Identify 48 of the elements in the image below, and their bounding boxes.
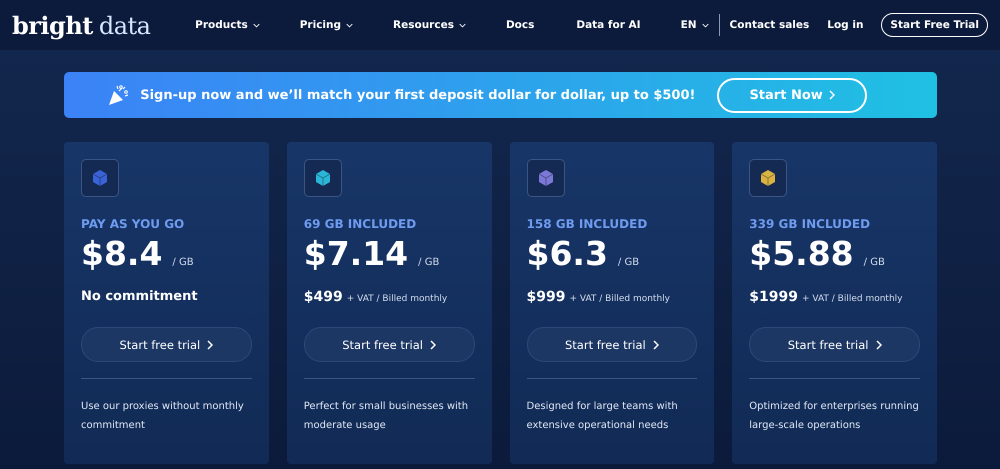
price-unit: / GB [418, 257, 440, 268]
plan-description: Use our proxies without monthly commitment [81, 400, 245, 433]
caret-icon [458, 22, 466, 28]
monthly-amount: $499 [304, 289, 343, 305]
plan-label: 69 GB INCLUDED [304, 217, 418, 231]
language-selector[interactable]: EN [680, 19, 709, 31]
chevron-icon [430, 340, 436, 350]
promo-text: Sign-up now and we’ll match your first deposit dollar for dollar, up to $500! [140, 88, 696, 102]
commitment-text: No commitment [81, 289, 198, 304]
nav-link[interactable]: Data for AI [576, 19, 641, 31]
start-free-trial-button[interactable]: Start free trial [526, 327, 698, 362]
plan-price: $5.88 [749, 234, 854, 273]
nav-link[interactable]: Pricing [300, 19, 354, 31]
chevron-icon [207, 340, 214, 350]
price-unit: / GB [172, 257, 194, 268]
start-trial-button[interactable]: Start Free Trial [881, 13, 988, 37]
plan-price: $8.4 [81, 234, 162, 273]
plan-price: $7.14 [304, 234, 408, 273]
header-link[interactable]: Contact sales [730, 19, 810, 31]
start-free-trial-button[interactable]: Start free trial [749, 327, 920, 362]
caret-icon [252, 22, 260, 28]
header-link[interactable]: Log in [827, 19, 864, 31]
logo[interactable]: bright data [12, 10, 190, 40]
billing-note: + VAT / Billed monthly [569, 294, 670, 304]
nav-link[interactable]: Docs [506, 19, 534, 31]
chevron-icon [652, 340, 659, 350]
monthly-amount: $999 [526, 289, 566, 305]
start-free-trial-button[interactable]: Start free trial [81, 327, 252, 362]
chevron-icon [876, 340, 882, 350]
chevron-icon [828, 90, 835, 100]
monthly-amount: $1999 [749, 289, 798, 305]
billing-note: + VAT / Billed monthly [802, 294, 902, 304]
plan-description: Designed for large teams with extensive operational needs [526, 400, 679, 433]
plan-label: 158 GB INCLUDED [526, 217, 648, 231]
party-popper-icon [106, 83, 130, 107]
plan-description: Optimized for enterprises running large-scale operations [749, 400, 920, 433]
caret-icon [346, 22, 354, 28]
price-unit: / GB [864, 257, 885, 268]
caret-icon [702, 22, 709, 28]
plan-label: 339 GB INCLUDED [749, 217, 872, 231]
plan-description: Perfect for small businesses with moderate usage [304, 400, 470, 433]
start-free-trial-button[interactable]: Start free trial [304, 327, 474, 362]
nav-link[interactable]: Resources [393, 19, 466, 31]
price-unit: / GB [618, 257, 640, 268]
billing-note: + VAT / Billed monthly [346, 294, 448, 304]
nav-link[interactable]: Products [195, 19, 260, 31]
plan-label: PAY AS YOU GO [81, 217, 186, 231]
plan-price: $6.3 [526, 234, 608, 273]
